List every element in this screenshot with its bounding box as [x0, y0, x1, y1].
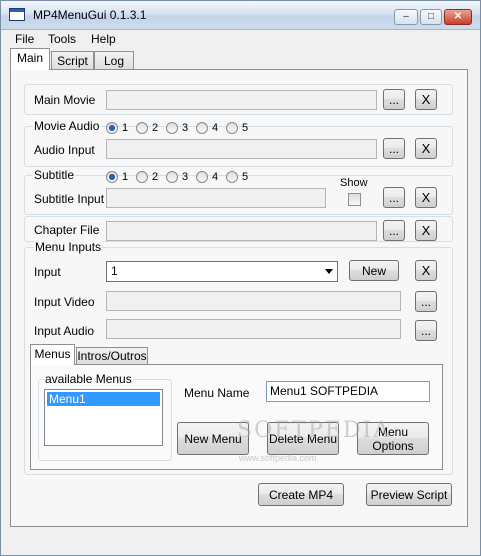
subtitle-radio-5[interactable] [226, 171, 238, 183]
available-menus-group: available Menus Menu1 [38, 372, 172, 461]
tab-script[interactable]: Script [51, 51, 94, 71]
chapter-file-group: Chapter File ... X [24, 216, 453, 242]
menu-tools[interactable]: Tools [48, 32, 76, 46]
list-item[interactable]: Menu1 [47, 392, 160, 406]
tab-menus[interactable]: Menus [30, 344, 75, 365]
subtitle-input-path-field[interactable] [106, 188, 326, 208]
menu-file[interactable]: File [15, 32, 34, 46]
subtitle-show-label: Show [340, 177, 368, 189]
menu-name-label: Menu Name [184, 386, 250, 400]
subtitle-input-clear-button[interactable]: X [415, 187, 437, 208]
subtitle-radio-5-label: 5 [242, 171, 249, 183]
subtitle-radio-1[interactable] [106, 171, 118, 183]
create-mp4-button[interactable]: Create MP4 [258, 483, 344, 506]
minimize-button[interactable]: – [394, 9, 418, 25]
chapter-file-path-field[interactable] [106, 221, 377, 241]
movie-audio-radio-2[interactable] [136, 122, 148, 134]
input-video-path-field[interactable] [106, 291, 401, 311]
movie-audio-radio-5[interactable] [226, 122, 238, 134]
movie-audio-radio-3-label: 3 [182, 122, 189, 134]
maximize-button[interactable]: □ [420, 9, 442, 25]
movie-audio-radio-1-label: 1 [122, 122, 129, 134]
main-movie-browse-button[interactable]: ... [383, 89, 405, 110]
input-audio-label: Input Audio [34, 324, 95, 338]
movie-audio-radio-1[interactable] [106, 122, 118, 134]
chapter-file-label: Chapter File [34, 223, 100, 237]
watermark-text: SOFTPEDIA [237, 418, 392, 443]
close-window-button[interactable]: ✕ [444, 9, 472, 25]
main-movie-label: Main Movie [34, 93, 96, 107]
subtitle-radio-1-label: 1 [122, 171, 129, 183]
menu-input-select[interactable]: 1 [106, 261, 338, 282]
menus-tab-panel: available Menus Menu1 Menu Name Menu1 SO… [30, 364, 443, 470]
movie-audio-radio-3[interactable] [166, 122, 178, 134]
main-movie-clear-button[interactable]: X [415, 89, 437, 110]
app-window-icon [9, 8, 25, 21]
input-audio-path-field[interactable] [106, 319, 401, 339]
menu-help[interactable]: Help [91, 32, 116, 46]
subtitle-group: Subtitle 1 2 3 4 5 Show Subtitle Input .… [24, 168, 453, 215]
audio-input-path-field[interactable] [106, 139, 377, 159]
title-bar[interactable]: MP4MenuGui 0.1.3.1 – □ ✕ [1, 1, 480, 30]
subtitle-radio-3[interactable] [166, 171, 178, 183]
audio-input-label: Audio Input [34, 143, 95, 157]
menu-input-clear-button[interactable]: X [415, 260, 437, 281]
new-input-button[interactable]: New [349, 260, 399, 281]
menu-inputs-legend: Menu Inputs [34, 240, 103, 254]
input-video-browse-button[interactable]: ... [415, 291, 437, 312]
chevron-down-icon [325, 269, 333, 274]
subtitle-radio-4-label: 4 [212, 171, 219, 183]
subtitle-input-label: Subtitle Input [34, 192, 105, 206]
app-window: MP4MenuGui 0.1.3.1 – □ ✕ File Tools Help… [0, 0, 481, 556]
menu-input-label: Input [34, 265, 61, 279]
preview-script-button[interactable]: Preview Script [366, 483, 452, 506]
window-title: MP4MenuGui 0.1.3.1 [33, 8, 147, 22]
menu-name-input[interactable]: Menu1 SOFTPEDIA [266, 381, 430, 402]
watermark-url: www.softpedia.com [239, 453, 317, 463]
main-tab-panel: Main Movie ... X Movie Audio 1 2 3 4 5 A… [10, 69, 468, 527]
input-video-label: Input Video [34, 295, 95, 309]
chapter-file-browse-button[interactable]: ... [383, 220, 405, 241]
tab-intros-outros[interactable]: Intros/Outros [76, 347, 148, 365]
subtitle-input-browse-button[interactable]: ... [383, 187, 405, 208]
subtitle-radio-3-label: 3 [182, 171, 189, 183]
tab-main[interactable]: Main [10, 48, 50, 70]
subtitle-legend: Subtitle [33, 168, 76, 182]
audio-input-browse-button[interactable]: ... [383, 138, 405, 159]
movie-audio-radio-4-label: 4 [212, 122, 219, 134]
movie-audio-radio-2-label: 2 [152, 122, 159, 134]
available-menus-list[interactable]: Menu1 [44, 389, 163, 446]
subtitle-radio-2-label: 2 [152, 171, 159, 183]
movie-audio-legend: Movie Audio [33, 119, 101, 133]
subtitle-show-checkbox[interactable] [348, 193, 361, 206]
available-menus-legend: available Menus [44, 372, 133, 386]
chapter-file-clear-button[interactable]: X [415, 220, 437, 241]
tab-log[interactable]: Log [94, 51, 134, 71]
main-movie-group: Main Movie ... X [24, 84, 453, 115]
audio-input-clear-button[interactable]: X [415, 138, 437, 159]
movie-audio-radio-5-label: 5 [242, 122, 249, 134]
subtitle-radio-4[interactable] [196, 171, 208, 183]
main-movie-path-field[interactable] [106, 90, 377, 110]
menu-bar: File Tools Help [1, 30, 480, 48]
subtitle-radio-2[interactable] [136, 171, 148, 183]
input-audio-browse-button[interactable]: ... [415, 320, 437, 341]
movie-audio-group: Movie Audio 1 2 3 4 5 Audio Input ... X [24, 119, 453, 167]
movie-audio-radio-4[interactable] [196, 122, 208, 134]
menu-input-select-value: 1 [111, 264, 118, 278]
